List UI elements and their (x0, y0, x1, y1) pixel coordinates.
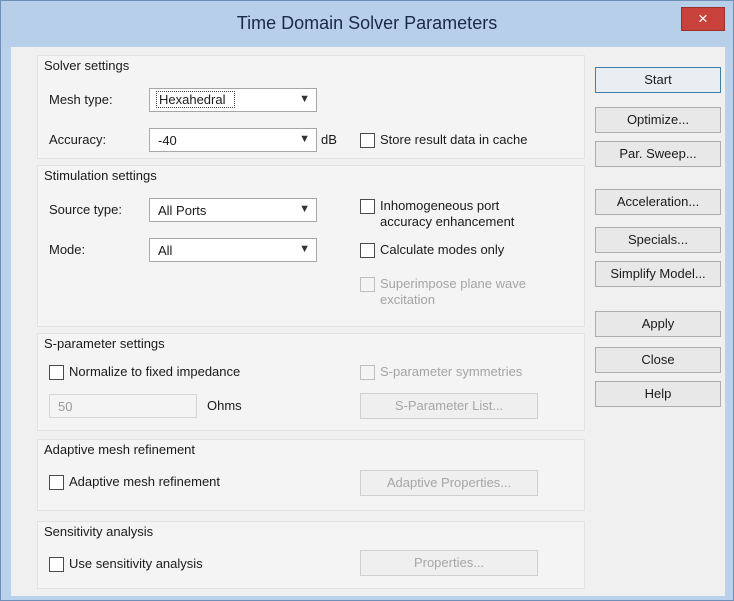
adaptive-properties-button[interactable]: Adaptive Properties... (360, 470, 538, 496)
mode-value: All (158, 243, 173, 258)
acceleration-button[interactable]: Acceleration... (595, 189, 721, 215)
stimulation-settings-title: Stimulation settings (44, 168, 157, 183)
mode-select[interactable]: All ▼ (149, 238, 317, 262)
chevron-down-icon: ▼ (299, 243, 310, 255)
close-icon: × (698, 9, 708, 28)
sensitivity-analysis-label: Use sensitivity analysis (69, 556, 203, 571)
start-button[interactable]: Start (595, 67, 721, 93)
inhomogeneous-port-label-line1: Inhomogeneous port (380, 198, 500, 213)
simplify-model-button[interactable]: Simplify Model... (595, 261, 721, 287)
accuracy-label: Accuracy: (49, 132, 107, 147)
checkbox-box (49, 365, 64, 380)
sparameter-list-button[interactable]: S-Parameter List... (360, 393, 538, 419)
solver-parameters-window: Time Domain Solver Parameters × Solver s… (0, 0, 734, 601)
store-cache-checkbox[interactable]: Store result data in cache (360, 132, 570, 150)
solver-settings-title: Solver settings (44, 58, 130, 73)
source-type-select[interactable]: All Ports ▼ (149, 198, 317, 222)
source-type-label: Source type: (49, 202, 122, 217)
sensitivity-properties-button[interactable]: Properties... (360, 550, 538, 576)
sparameter-symmetries-checkbox[interactable]: S-parameter symmetries (360, 364, 570, 382)
dialog-client-area: Solver settings Mesh type: Hexahedral ▼ … (11, 47, 725, 596)
calculate-modes-label: Calculate modes only (380, 242, 505, 257)
stimulation-settings-group: Stimulation settings Source type: All Po… (37, 165, 585, 327)
chevron-down-icon: ▼ (299, 133, 310, 145)
superimpose-label-line1: Superimpose plane wave (380, 276, 526, 291)
accuracy-unit: dB (321, 132, 337, 147)
normalize-impedance-checkbox[interactable]: Normalize to fixed impedance (49, 364, 299, 382)
adaptive-mesh-checkbox[interactable]: Adaptive mesh refinement (49, 474, 299, 492)
checkbox-box (49, 475, 64, 490)
optimize-button[interactable]: Optimize... (595, 107, 721, 133)
specials-button[interactable]: Specials... (595, 227, 721, 253)
checkbox-box (360, 133, 375, 148)
sensitivity-analysis-title: Sensitivity analysis (44, 524, 154, 539)
help-button[interactable]: Help (595, 381, 721, 407)
normalize-impedance-label: Normalize to fixed impedance (69, 364, 241, 379)
inhomogeneous-port-label-line2: accuracy enhancement (380, 214, 515, 229)
sparameter-settings-title: S-parameter settings (44, 336, 165, 351)
sparameter-settings-group: S-parameter settings Normalize to fixed … (37, 333, 585, 431)
mesh-type-value: Hexahedral (156, 91, 235, 108)
checkbox-box (360, 365, 375, 380)
par-sweep-button[interactable]: Par. Sweep... (595, 141, 721, 167)
inhomogeneous-port-checkbox[interactable]: Inhomogeneous port accuracy enhancement (360, 198, 570, 232)
close-window-button[interactable]: × (681, 7, 725, 31)
impedance-input[interactable]: 50 (49, 394, 197, 418)
checkbox-box (49, 557, 64, 572)
window-title: Time Domain Solver Parameters (236, 13, 498, 33)
mesh-type-select[interactable]: Hexahedral ▼ (149, 88, 317, 112)
sparameter-symmetries-label: S-parameter symmetries (380, 364, 523, 379)
superimpose-plane-wave-checkbox[interactable]: Superimpose plane wave excitation (360, 276, 570, 310)
checkbox-box (360, 277, 375, 292)
adaptive-mesh-title: Adaptive mesh refinement (44, 442, 196, 457)
checkbox-box (360, 243, 375, 258)
close-button[interactable]: Close (595, 347, 721, 373)
apply-button[interactable]: Apply (595, 311, 721, 337)
adaptive-mesh-label: Adaptive mesh refinement (69, 474, 221, 489)
sensitivity-analysis-group: Sensitivity analysis Use sensitivity ana… (37, 521, 585, 589)
solver-settings-group: Solver settings Mesh type: Hexahedral ▼ … (37, 55, 585, 159)
impedance-value: 50 (58, 399, 73, 414)
source-type-value: All Ports (158, 203, 207, 218)
accuracy-value: -40 (158, 133, 177, 148)
superimpose-label-line2: excitation (380, 292, 435, 307)
chevron-down-icon: ▼ (299, 93, 310, 105)
chevron-down-icon: ▼ (299, 203, 310, 215)
mode-label: Mode: (49, 242, 86, 257)
store-cache-label: Store result data in cache (380, 132, 528, 147)
title-bar[interactable]: Time Domain Solver Parameters × (1, 1, 733, 47)
checkbox-box (360, 199, 375, 214)
accuracy-select[interactable]: -40 ▼ (149, 128, 317, 152)
sensitivity-analysis-checkbox[interactable]: Use sensitivity analysis (49, 556, 299, 574)
mesh-type-label: Mesh type: (49, 92, 113, 107)
impedance-unit: Ohms (207, 398, 242, 413)
adaptive-mesh-group: Adaptive mesh refinement Adaptive mesh r… (37, 439, 585, 511)
calculate-modes-checkbox[interactable]: Calculate modes only (360, 242, 570, 260)
